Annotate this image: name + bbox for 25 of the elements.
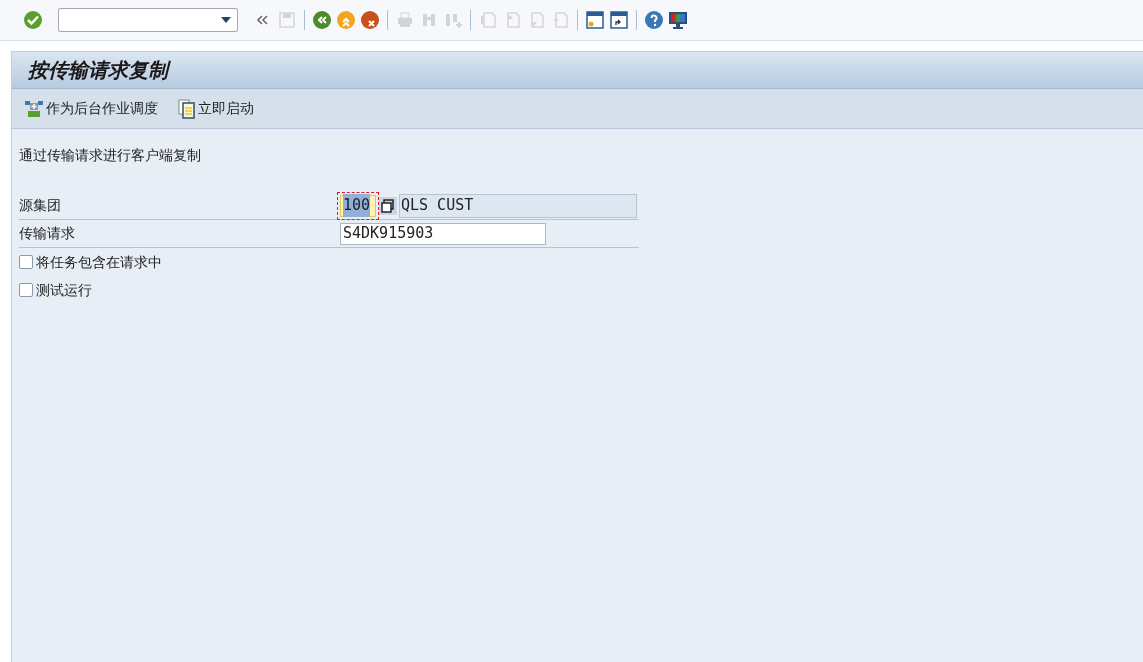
check-icon[interactable] [22,9,44,31]
checkbox-option[interactable]: 将任务包含在请求中 [19,248,1136,276]
description-text: 通过传输请求进行客户端复制 [19,146,202,165]
checkbox[interactable] [19,255,33,269]
shortcut-window-icon[interactable] [608,9,630,31]
input-field[interactable]: S4DK915903 [340,222,546,245]
description-field: QLS CUST [399,193,637,218]
new-window-icon[interactable] [584,9,606,31]
field-label: 源集团 [19,196,62,215]
checkbox-option[interactable]: 测试运行 [19,276,1136,304]
toolbar-button[interactable]: 作为后台作业调度 [24,98,158,119]
toolbar-button[interactable]: 立即启动 [178,98,254,119]
copy-icon[interactable] [379,196,397,215]
input-field[interactable]: 100 [340,194,376,217]
cancel-icon[interactable] [359,9,381,31]
back-icon[interactable] [311,9,333,31]
command-field[interactable] [58,8,238,32]
exit-icon[interactable] [335,9,357,31]
job-schedule-icon [24,99,44,118]
document-icon [178,98,196,119]
monitor-icon[interactable] [667,9,689,31]
help-icon[interactable] [643,9,665,31]
field-label: 传输请求 [19,224,76,243]
checkbox[interactable] [19,283,33,297]
dropdown-icon [221,17,231,23]
